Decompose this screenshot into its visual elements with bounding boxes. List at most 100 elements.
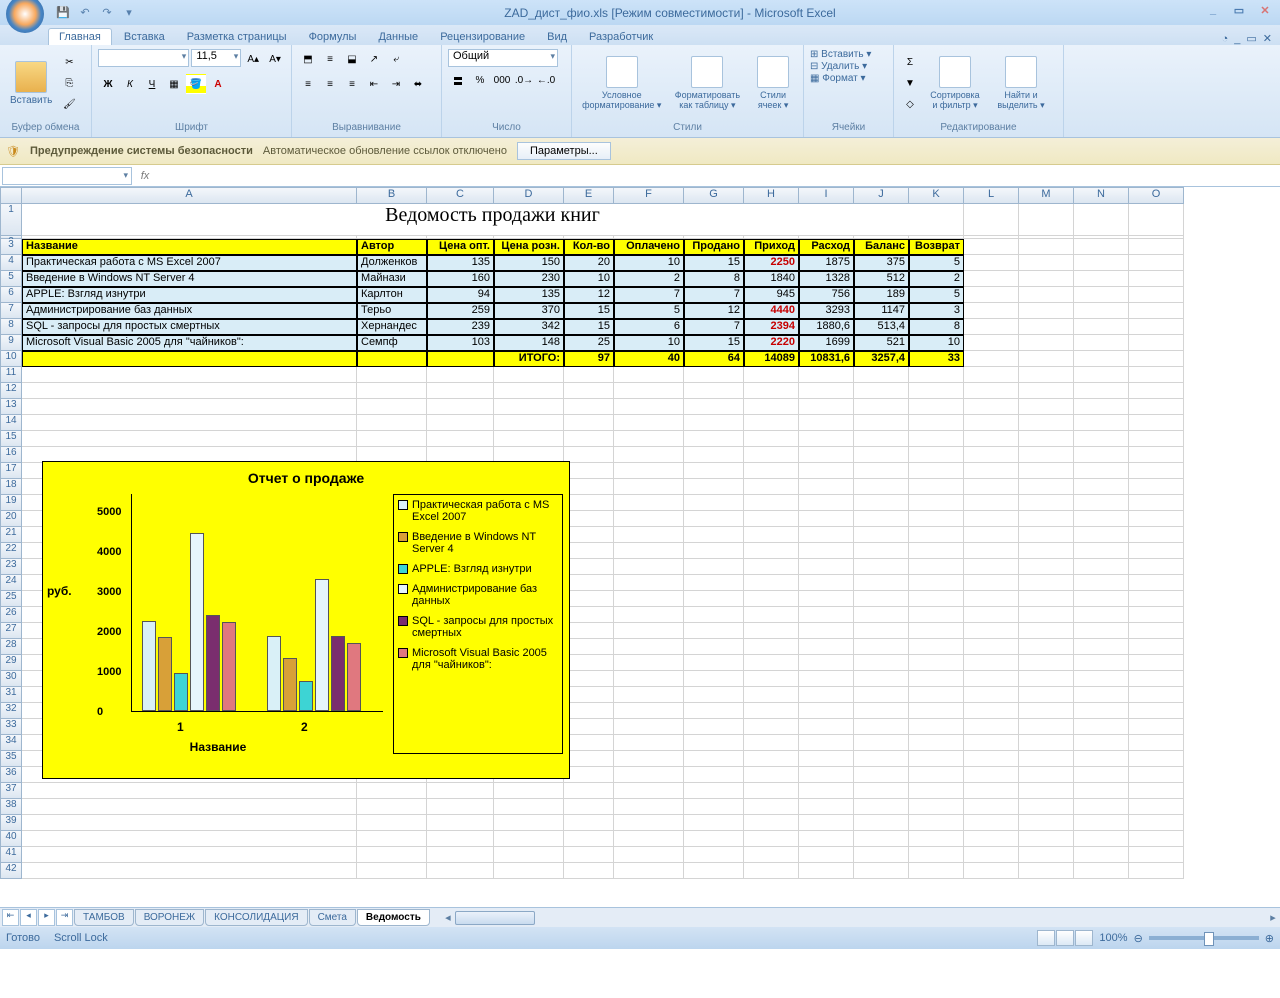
cell[interactable] — [799, 735, 854, 751]
cell[interactable]: 64 — [684, 351, 744, 367]
cell[interactable] — [564, 847, 614, 863]
row-header[interactable]: 40 — [0, 831, 22, 847]
fx-icon[interactable]: fx — [134, 170, 156, 182]
cell[interactable] — [614, 799, 684, 815]
cell[interactable] — [564, 831, 614, 847]
cell[interactable] — [854, 719, 909, 735]
cell[interactable]: 230 — [494, 271, 564, 287]
cell[interactable] — [1019, 399, 1074, 415]
cell[interactable] — [854, 543, 909, 559]
mdi-restore-icon[interactable]: ▭ — [1246, 32, 1256, 45]
cell[interactable]: 2394 — [744, 319, 799, 335]
cell[interactable] — [744, 495, 799, 511]
cell[interactable] — [964, 831, 1019, 847]
cell[interactable] — [1129, 255, 1184, 271]
cell[interactable] — [357, 415, 427, 431]
cell[interactable] — [744, 543, 799, 559]
cell[interactable] — [744, 799, 799, 815]
cell[interactable]: 40 — [614, 351, 684, 367]
cell[interactable] — [909, 575, 964, 591]
cell[interactable] — [799, 831, 854, 847]
cell[interactable] — [684, 831, 744, 847]
cell[interactable]: Microsoft Visual Basic 2005 для "чайнико… — [22, 335, 357, 351]
cell[interactable] — [494, 799, 564, 815]
cell[interactable] — [909, 847, 964, 863]
cell[interactable]: 12 — [564, 287, 614, 303]
cell[interactable] — [1129, 415, 1184, 431]
cell[interactable] — [909, 415, 964, 431]
cell[interactable] — [854, 431, 909, 447]
cell[interactable] — [964, 815, 1019, 831]
cell[interactable]: 521 — [854, 335, 909, 351]
cell[interactable] — [1019, 383, 1074, 399]
cell[interactable] — [964, 204, 1019, 236]
cell[interactable] — [494, 367, 564, 383]
cell[interactable] — [854, 607, 909, 623]
cell[interactable]: 5 — [909, 287, 964, 303]
cell[interactable] — [1129, 495, 1184, 511]
cell[interactable] — [614, 479, 684, 495]
cell[interactable] — [799, 607, 854, 623]
cell[interactable] — [1129, 431, 1184, 447]
cell[interactable] — [427, 799, 494, 815]
cell[interactable] — [684, 639, 744, 655]
font-color-icon[interactable]: A — [208, 74, 228, 94]
cell[interactable] — [1019, 527, 1074, 543]
cell[interactable] — [854, 591, 909, 607]
cell[interactable] — [799, 559, 854, 575]
cell[interactable]: Семпф — [357, 335, 427, 351]
next-sheet-button[interactable]: ▸ — [38, 909, 55, 926]
cell[interactable] — [22, 863, 357, 879]
cell[interactable] — [564, 431, 614, 447]
cell[interactable]: Терьо — [357, 303, 427, 319]
fill-icon[interactable]: ▼ — [900, 74, 920, 94]
row-header[interactable]: 23 — [0, 559, 22, 575]
cell[interactable] — [909, 383, 964, 399]
cell[interactable] — [684, 431, 744, 447]
cell[interactable] — [909, 463, 964, 479]
cell[interactable] — [964, 495, 1019, 511]
cell[interactable] — [614, 591, 684, 607]
cell[interactable] — [964, 863, 1019, 879]
cell[interactable] — [854, 703, 909, 719]
cell[interactable] — [909, 799, 964, 815]
cell[interactable] — [854, 479, 909, 495]
col-header-F[interactable]: F — [614, 187, 684, 204]
cell[interactable] — [1074, 415, 1129, 431]
cell[interactable] — [1129, 847, 1184, 863]
autosum-icon[interactable]: Σ — [900, 53, 920, 73]
cell[interactable]: 25 — [564, 335, 614, 351]
cell[interactable] — [614, 623, 684, 639]
cell[interactable] — [564, 383, 614, 399]
cell[interactable] — [614, 607, 684, 623]
cell[interactable]: 7 — [684, 287, 744, 303]
cell[interactable] — [564, 591, 614, 607]
cell[interactable] — [1129, 463, 1184, 479]
cell[interactable]: 370 — [494, 303, 564, 319]
cell[interactable] — [744, 383, 799, 399]
cell[interactable] — [564, 495, 614, 511]
cell[interactable] — [964, 383, 1019, 399]
cell[interactable]: 756 — [799, 287, 854, 303]
cell[interactable] — [744, 815, 799, 831]
zoom-in-button[interactable]: ⊕ — [1265, 932, 1274, 945]
cell[interactable] — [684, 799, 744, 815]
cell[interactable]: 1328 — [799, 271, 854, 287]
cell[interactable] — [799, 863, 854, 879]
col-header-G[interactable]: G — [684, 187, 744, 204]
cell[interactable]: 1699 — [799, 335, 854, 351]
cell[interactable] — [909, 511, 964, 527]
cell[interactable] — [909, 431, 964, 447]
cell[interactable] — [427, 431, 494, 447]
row-header[interactable]: 42 — [0, 863, 22, 879]
cell[interactable] — [614, 495, 684, 511]
cell[interactable] — [1019, 559, 1074, 575]
cell[interactable] — [427, 863, 494, 879]
cell[interactable] — [964, 799, 1019, 815]
cell[interactable] — [964, 255, 1019, 271]
cell[interactable] — [564, 735, 614, 751]
cell[interactable] — [964, 719, 1019, 735]
cell[interactable] — [744, 655, 799, 671]
cell[interactable] — [357, 831, 427, 847]
cell[interactable] — [1129, 591, 1184, 607]
